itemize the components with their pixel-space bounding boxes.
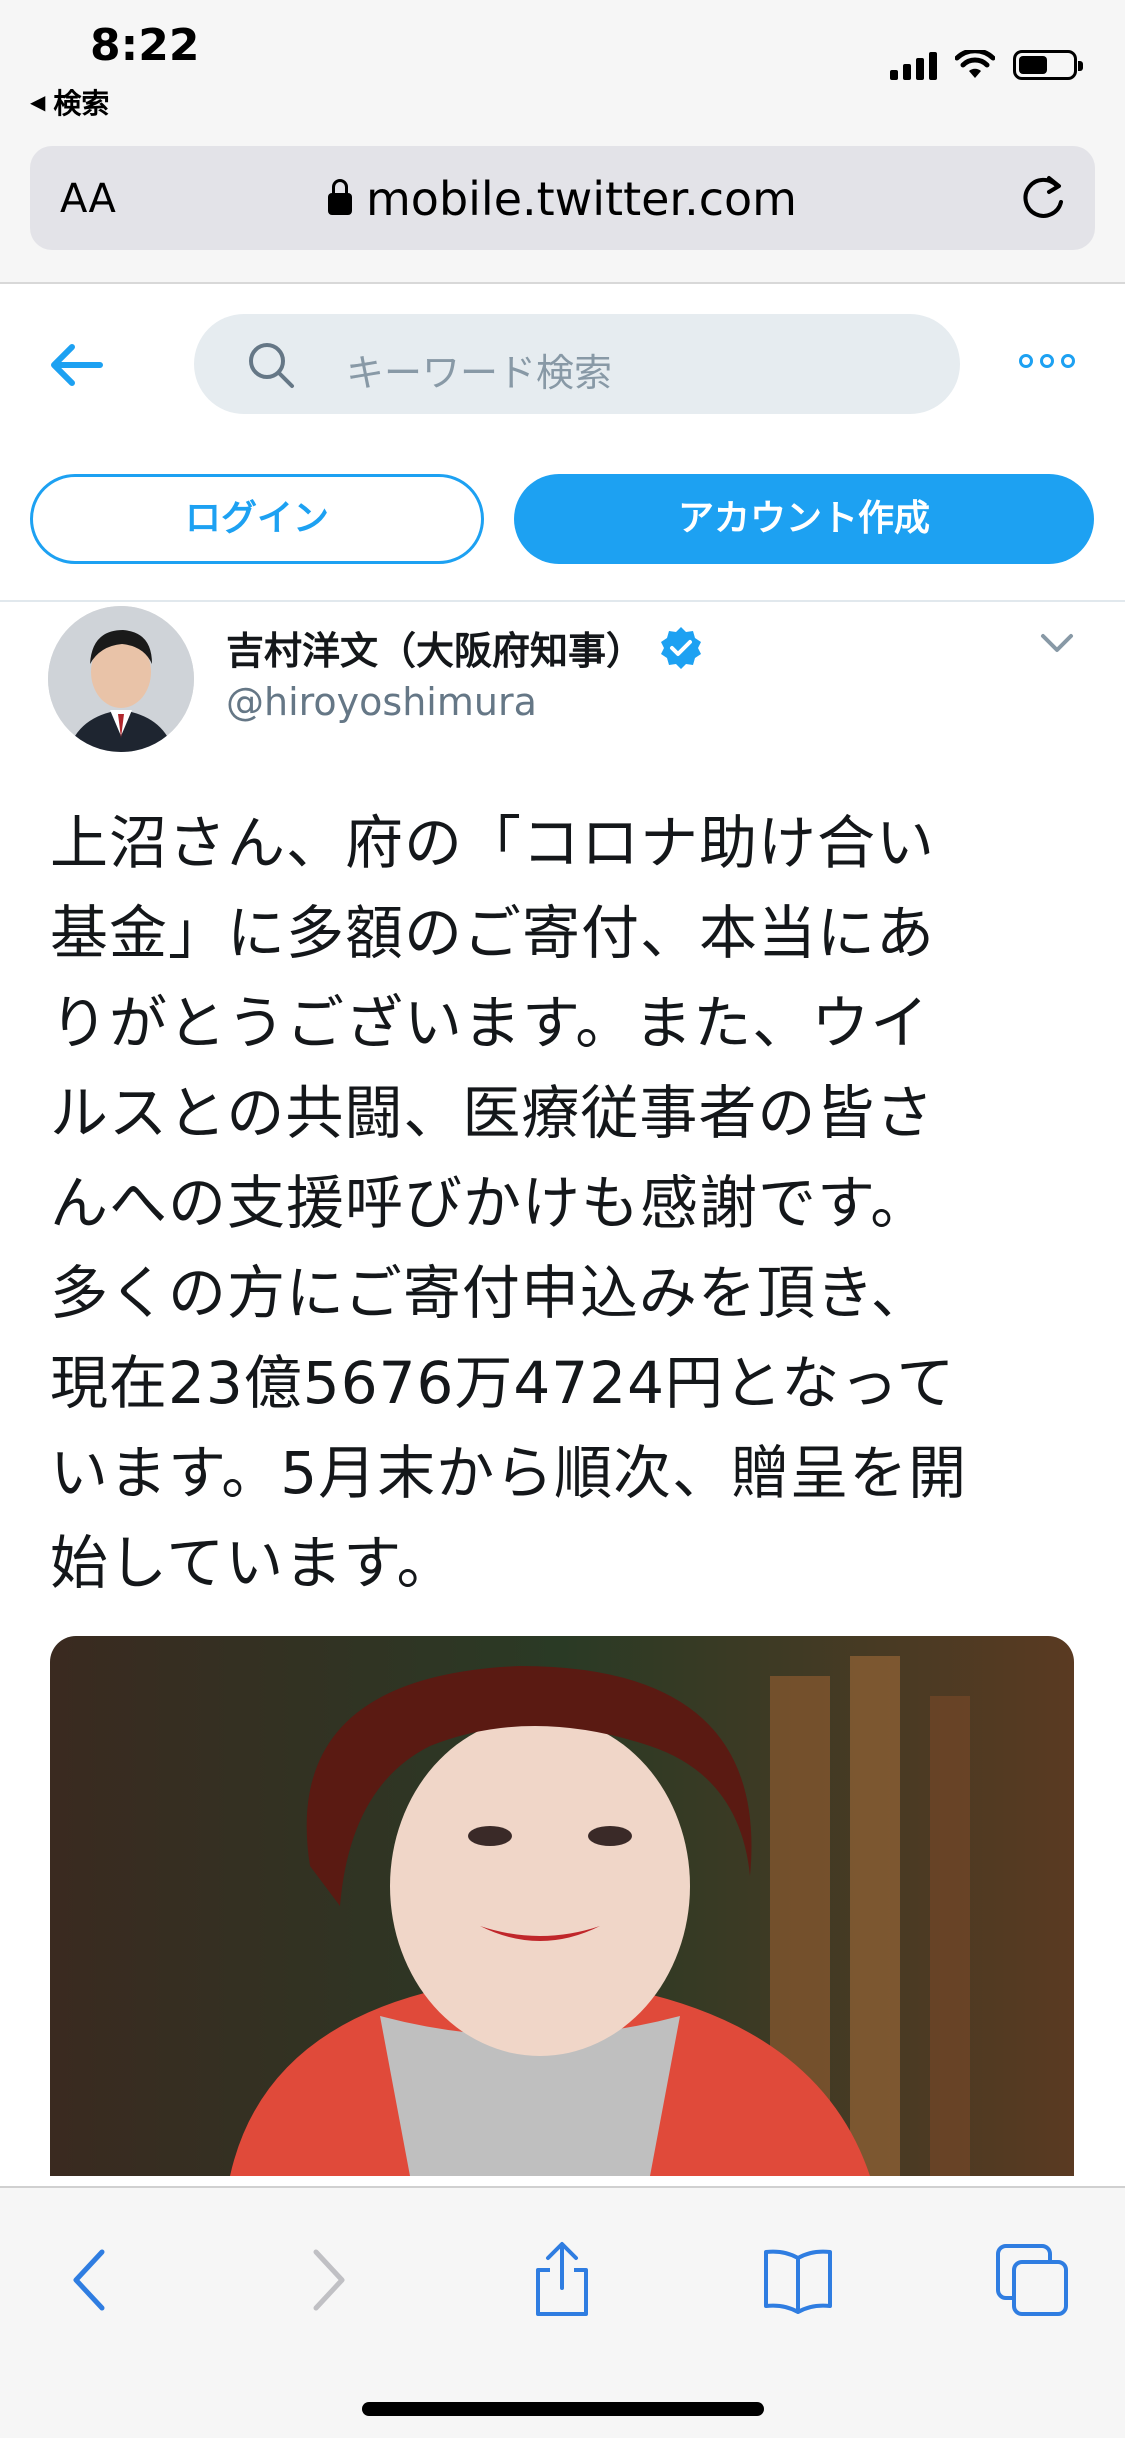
back-arrow-icon[interactable] <box>46 340 106 390</box>
tweet-text: 上沼さん、府の「コロナ助け合い 基金」に多額のご寄付、本当にあ りがとうございま… <box>50 809 968 1597</box>
chevron-down-icon[interactable] <box>1037 630 1077 658</box>
tweet-author[interactable]: 吉村洋文（大阪府知事） <box>226 620 704 675</box>
more-options-icon[interactable] <box>1019 354 1075 368</box>
address-bar[interactable]: AA mobile.twitter.com <box>30 146 1095 250</box>
signup-button[interactable]: アカウント作成 <box>514 474 1094 564</box>
avatar[interactable] <box>48 606 194 752</box>
twitter-header: キーワード検索 <box>0 284 1125 444</box>
verified-badge-icon <box>661 626 702 669</box>
back-chevron-icon[interactable] <box>52 2240 132 2320</box>
auth-buttons: ログイン アカウント作成 <box>0 474 1125 574</box>
search-icon <box>249 343 294 388</box>
forward-chevron-icon[interactable] <box>286 2240 366 2320</box>
battery-icon <box>1013 50 1083 80</box>
user-handle[interactable]: @hiroyoshimura <box>226 680 537 724</box>
header-divider <box>0 600 1125 602</box>
cellular-signal-icon <box>890 50 937 80</box>
share-icon[interactable] <box>522 2240 602 2320</box>
browser-address-area: AA mobile.twitter.com <box>0 130 1125 284</box>
back-to-search-label: 検索 <box>53 87 110 120</box>
display-name: 吉村洋文（大阪府知事） <box>226 629 645 673</box>
search-input[interactable]: キーワード検索 <box>194 314 960 414</box>
wifi-icon <box>955 50 995 78</box>
status-time: 8:22 <box>90 20 200 71</box>
lock-icon <box>327 179 352 215</box>
reload-icon[interactable] <box>1017 172 1069 224</box>
login-button[interactable]: ログイン <box>30 474 484 564</box>
browser-toolbar <box>0 2186 1125 2438</box>
bookmarks-icon[interactable] <box>758 2240 838 2320</box>
tabs-icon[interactable] <box>992 2240 1072 2320</box>
search-placeholder: キーワード検索 <box>346 351 613 395</box>
url-domain: mobile.twitter.com <box>365 172 797 226</box>
status-bar: 8:22 ◀ 検索 <box>0 0 1125 130</box>
back-to-search-link[interactable]: ◀ 検索 <box>30 82 109 122</box>
home-indicator <box>362 2402 764 2416</box>
tweet-photo[interactable] <box>50 1636 1074 2176</box>
url-display[interactable]: mobile.twitter.com <box>30 172 1095 226</box>
status-icons <box>890 50 1083 80</box>
back-triangle-icon: ◀ <box>30 90 46 114</box>
